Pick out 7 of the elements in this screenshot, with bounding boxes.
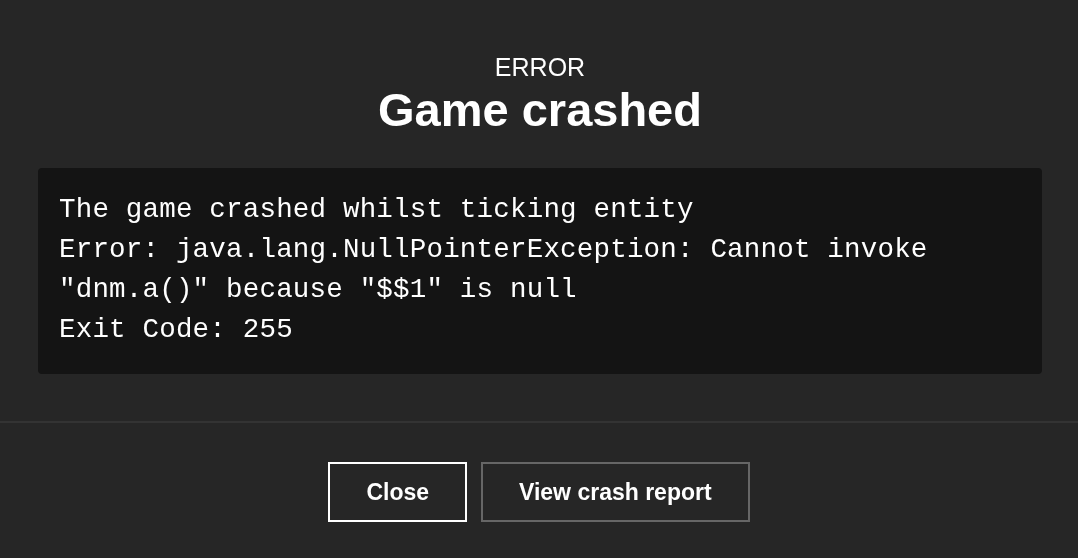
close-button[interactable]: Close — [328, 462, 467, 522]
log-line: Error: java.lang.NullPointerException: Cannot invoke "dnm.a()" because "$$1" is null — [59, 233, 929, 307]
dialog-title: Game crashed — [377, 82, 703, 138]
error-label: ERROR — [493, 52, 587, 82]
log-line: The game crashed whilst ticking entity — [59, 193, 695, 227]
log-line: Exit Code: 255 — [59, 313, 294, 347]
view-report-button[interactable]: View crash report — [481, 462, 750, 522]
